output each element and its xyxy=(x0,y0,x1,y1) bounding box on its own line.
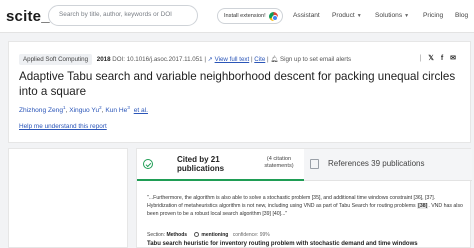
nav-assistant[interactable]: Assistant xyxy=(293,12,320,19)
twitter-icon[interactable]: 𝕏 xyxy=(428,55,434,62)
author-link[interactable]: Kun He3 xyxy=(105,105,130,114)
cite-link[interactable]: Cite xyxy=(254,56,265,63)
tab-references[interactable]: References 39 publications xyxy=(304,149,472,181)
et-al-link[interactable]: et al. xyxy=(134,107,148,114)
top-bar: scite_ Search by title, author, keywords… xyxy=(0,0,474,33)
citation-quote: "...Furthermore, the algorithm is also a… xyxy=(147,195,463,217)
author-list: Zhizhong Zeng1, Xinguo Yu2, Kun He3 et a… xyxy=(19,105,148,115)
nav-solutions[interactable]: Solutions ▼ xyxy=(375,12,409,19)
cited-by-label: Cited by 21 publications xyxy=(177,155,225,173)
site-logo[interactable]: scite_ xyxy=(6,8,50,25)
chrome-icon xyxy=(269,12,278,21)
tab-cited-by[interactable]: Cited by 21 publications (4 citation sta… xyxy=(137,149,304,181)
chevron-down-icon: ▼ xyxy=(356,13,362,19)
nav-product[interactable]: Product ▼ xyxy=(332,12,362,19)
highlighted-reference: [38] xyxy=(417,203,429,209)
email-alerts-link[interactable]: Sign up to set email alerts xyxy=(280,56,351,63)
external-link-icon: ↗ xyxy=(207,56,213,63)
search-placeholder: Search by title, author, keywords or DOI xyxy=(59,11,172,18)
paper-doi: DOI: 10.1016/j.asoc.2017.11.051 xyxy=(112,56,203,63)
social-links: | 𝕏 f ✉ xyxy=(419,55,456,62)
paper-card: Applied Soft Computing 2018 DOI: 10.1016… xyxy=(8,41,471,143)
author-link[interactable]: Zhizhong Zeng1 xyxy=(19,105,66,114)
mentioning-label: mentioning xyxy=(201,232,229,238)
install-extension-button[interactable]: Install extension! xyxy=(217,8,283,24)
nav-blog[interactable]: Blog xyxy=(455,12,468,19)
search-input[interactable]: Search by title, author, keywords or DOI xyxy=(48,5,198,26)
help-understand-link[interactable]: Help me understand this report xyxy=(19,123,107,130)
section-value: Methods xyxy=(166,232,188,238)
bell-icon: 🔔︎ xyxy=(270,56,279,63)
nav-pricing[interactable]: Pricing xyxy=(423,12,443,19)
install-extension-label: Install extension! xyxy=(224,13,266,19)
facebook-icon[interactable]: f xyxy=(441,55,443,62)
citations-panel: Cited by 21 publications (4 citation sta… xyxy=(136,148,472,248)
check-circle-icon xyxy=(143,159,153,169)
mentioning-icon xyxy=(194,232,200,237)
confidence-value: confidence: 99% xyxy=(232,232,270,238)
paper-title: Adaptive Tabu search and variable neighb… xyxy=(19,70,456,98)
author-link[interactable]: Xinguo Yu2 xyxy=(69,105,101,114)
document-icon xyxy=(310,159,319,169)
citation-section-row: Section: Methods mentioning confidence: … xyxy=(147,232,270,238)
journal-badge[interactable]: Applied Soft Computing xyxy=(19,54,93,65)
left-panel xyxy=(8,148,128,248)
paper-meta: Applied Soft Computing 2018 DOI: 10.1016… xyxy=(19,54,351,65)
view-full-text-link[interactable]: View full text xyxy=(215,56,250,63)
citing-paper-title[interactable]: Tabu search heuristic for inventory rout… xyxy=(147,241,418,247)
citation-statements-count: (4 citation statements) xyxy=(264,156,294,169)
references-label: References 39 publications xyxy=(328,159,425,168)
paper-year: 2018 xyxy=(96,56,111,63)
email-icon[interactable]: ✉ xyxy=(450,55,456,62)
chevron-down-icon: ▼ xyxy=(404,13,410,19)
